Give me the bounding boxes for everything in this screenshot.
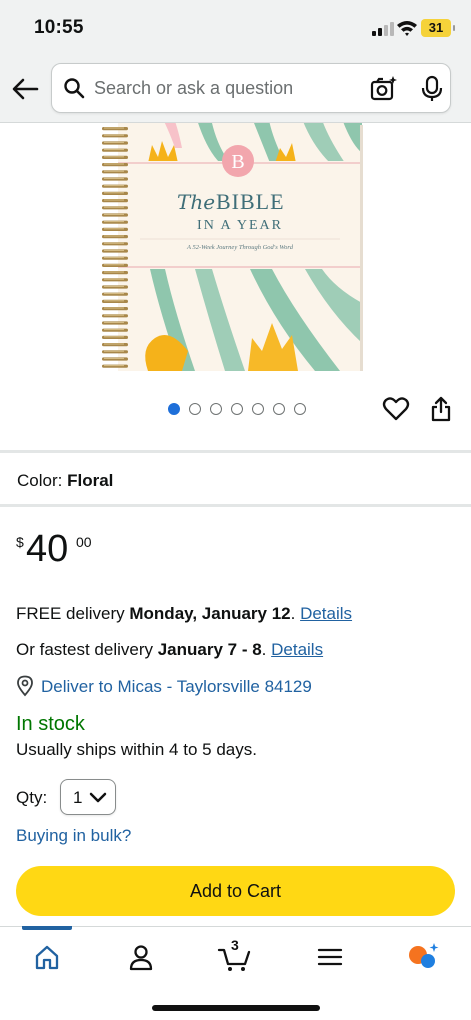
home-icon[interactable]	[27, 941, 67, 973]
price-whole: 40	[26, 528, 69, 570]
cover-title-year: IN A YEAR	[197, 218, 283, 233]
heart-icon[interactable]	[382, 395, 410, 423]
search-input[interactable]	[94, 64, 354, 112]
image-carousel-dots	[168, 403, 306, 415]
punctuation: .	[290, 604, 301, 623]
carousel-dot[interactable]	[252, 403, 264, 415]
color-value: Floral	[67, 471, 114, 490]
search-header	[0, 56, 471, 123]
carousel-dot[interactable]	[231, 403, 243, 415]
free-delivery-line: FREE delivery Monday, January 12. Detail…	[16, 604, 352, 624]
free-delivery-date: Monday, January 12	[129, 604, 291, 623]
buying-in-bulk-link[interactable]: Buying in bulk?	[16, 826, 131, 846]
share-icon[interactable]	[429, 395, 453, 423]
chevron-down-icon	[89, 792, 107, 803]
search-icon	[64, 78, 85, 99]
stock-status: In stock	[16, 713, 85, 735]
fastest-delivery-label: Or fastest delivery	[16, 640, 158, 659]
shipping-estimate: Usually ships within 4 to 5 days.	[16, 740, 257, 759]
home-indicator	[152, 1005, 320, 1011]
camera-search-icon[interactable]	[370, 75, 398, 103]
back-arrow-icon[interactable]	[10, 74, 40, 104]
carousel-dot[interactable]	[273, 403, 285, 415]
cover-title-the: The	[177, 190, 215, 214]
divider	[0, 450, 471, 453]
price-fraction: 00	[76, 534, 92, 550]
status-time: 10:55	[34, 17, 84, 38]
cover-subtitle: A 52-Week Journey Through God's Word	[186, 244, 294, 251]
cover-title-bible: BIBLE	[216, 189, 285, 214]
qty-value: 1	[73, 788, 83, 807]
cart-count-badge: 3	[231, 937, 239, 953]
carousel-dot[interactable]	[168, 403, 180, 415]
quantity-dropdown[interactable]: 1	[60, 779, 116, 815]
qty-label: Qty:	[16, 788, 48, 807]
account-icon[interactable]	[121, 941, 161, 973]
free-delivery-label: FREE delivery	[16, 604, 130, 623]
product-image[interactable]: B The BIBLE IN A YEAR A 52-Week Journey …	[100, 123, 364, 373]
details-link[interactable]: Details	[271, 640, 323, 659]
wifi-icon	[397, 21, 417, 36]
cart-nav-item[interactable]: 3	[216, 937, 256, 973]
price-currency-symbol: $	[16, 534, 24, 550]
search-bar[interactable]	[51, 63, 451, 113]
signal-icon	[372, 22, 394, 36]
color-label: Color:	[17, 471, 63, 490]
carousel-dot[interactable]	[210, 403, 222, 415]
punctuation: .	[261, 640, 272, 659]
carousel-dot[interactable]	[294, 403, 306, 415]
divider	[0, 504, 471, 507]
menu-icon[interactable]	[310, 941, 350, 973]
deliver-to-link[interactable]: Deliver to Micas - Taylorsville 84129	[41, 677, 312, 697]
battery-indicator: 31	[421, 19, 455, 37]
fastest-delivery-date: January 7 - 8	[157, 640, 262, 659]
rufus-assistant-icon[interactable]	[404, 941, 444, 973]
cover-logo-letter: B	[231, 151, 244, 173]
carousel-dot[interactable]	[189, 403, 201, 415]
active-tab-indicator	[22, 926, 72, 930]
details-link[interactable]: Details	[300, 604, 352, 623]
location-pin-icon	[17, 675, 33, 697]
status-bar: 10:55 31	[0, 0, 471, 56]
add-to-cart-button[interactable]: Add to Cart	[16, 866, 455, 916]
color-selector[interactable]: Color: Floral	[17, 471, 113, 491]
fastest-delivery-line: Or fastest delivery January 7 - 8. Detai…	[16, 640, 323, 660]
bottom-navigation: 3	[0, 926, 471, 1020]
microphone-icon[interactable]	[420, 75, 444, 103]
